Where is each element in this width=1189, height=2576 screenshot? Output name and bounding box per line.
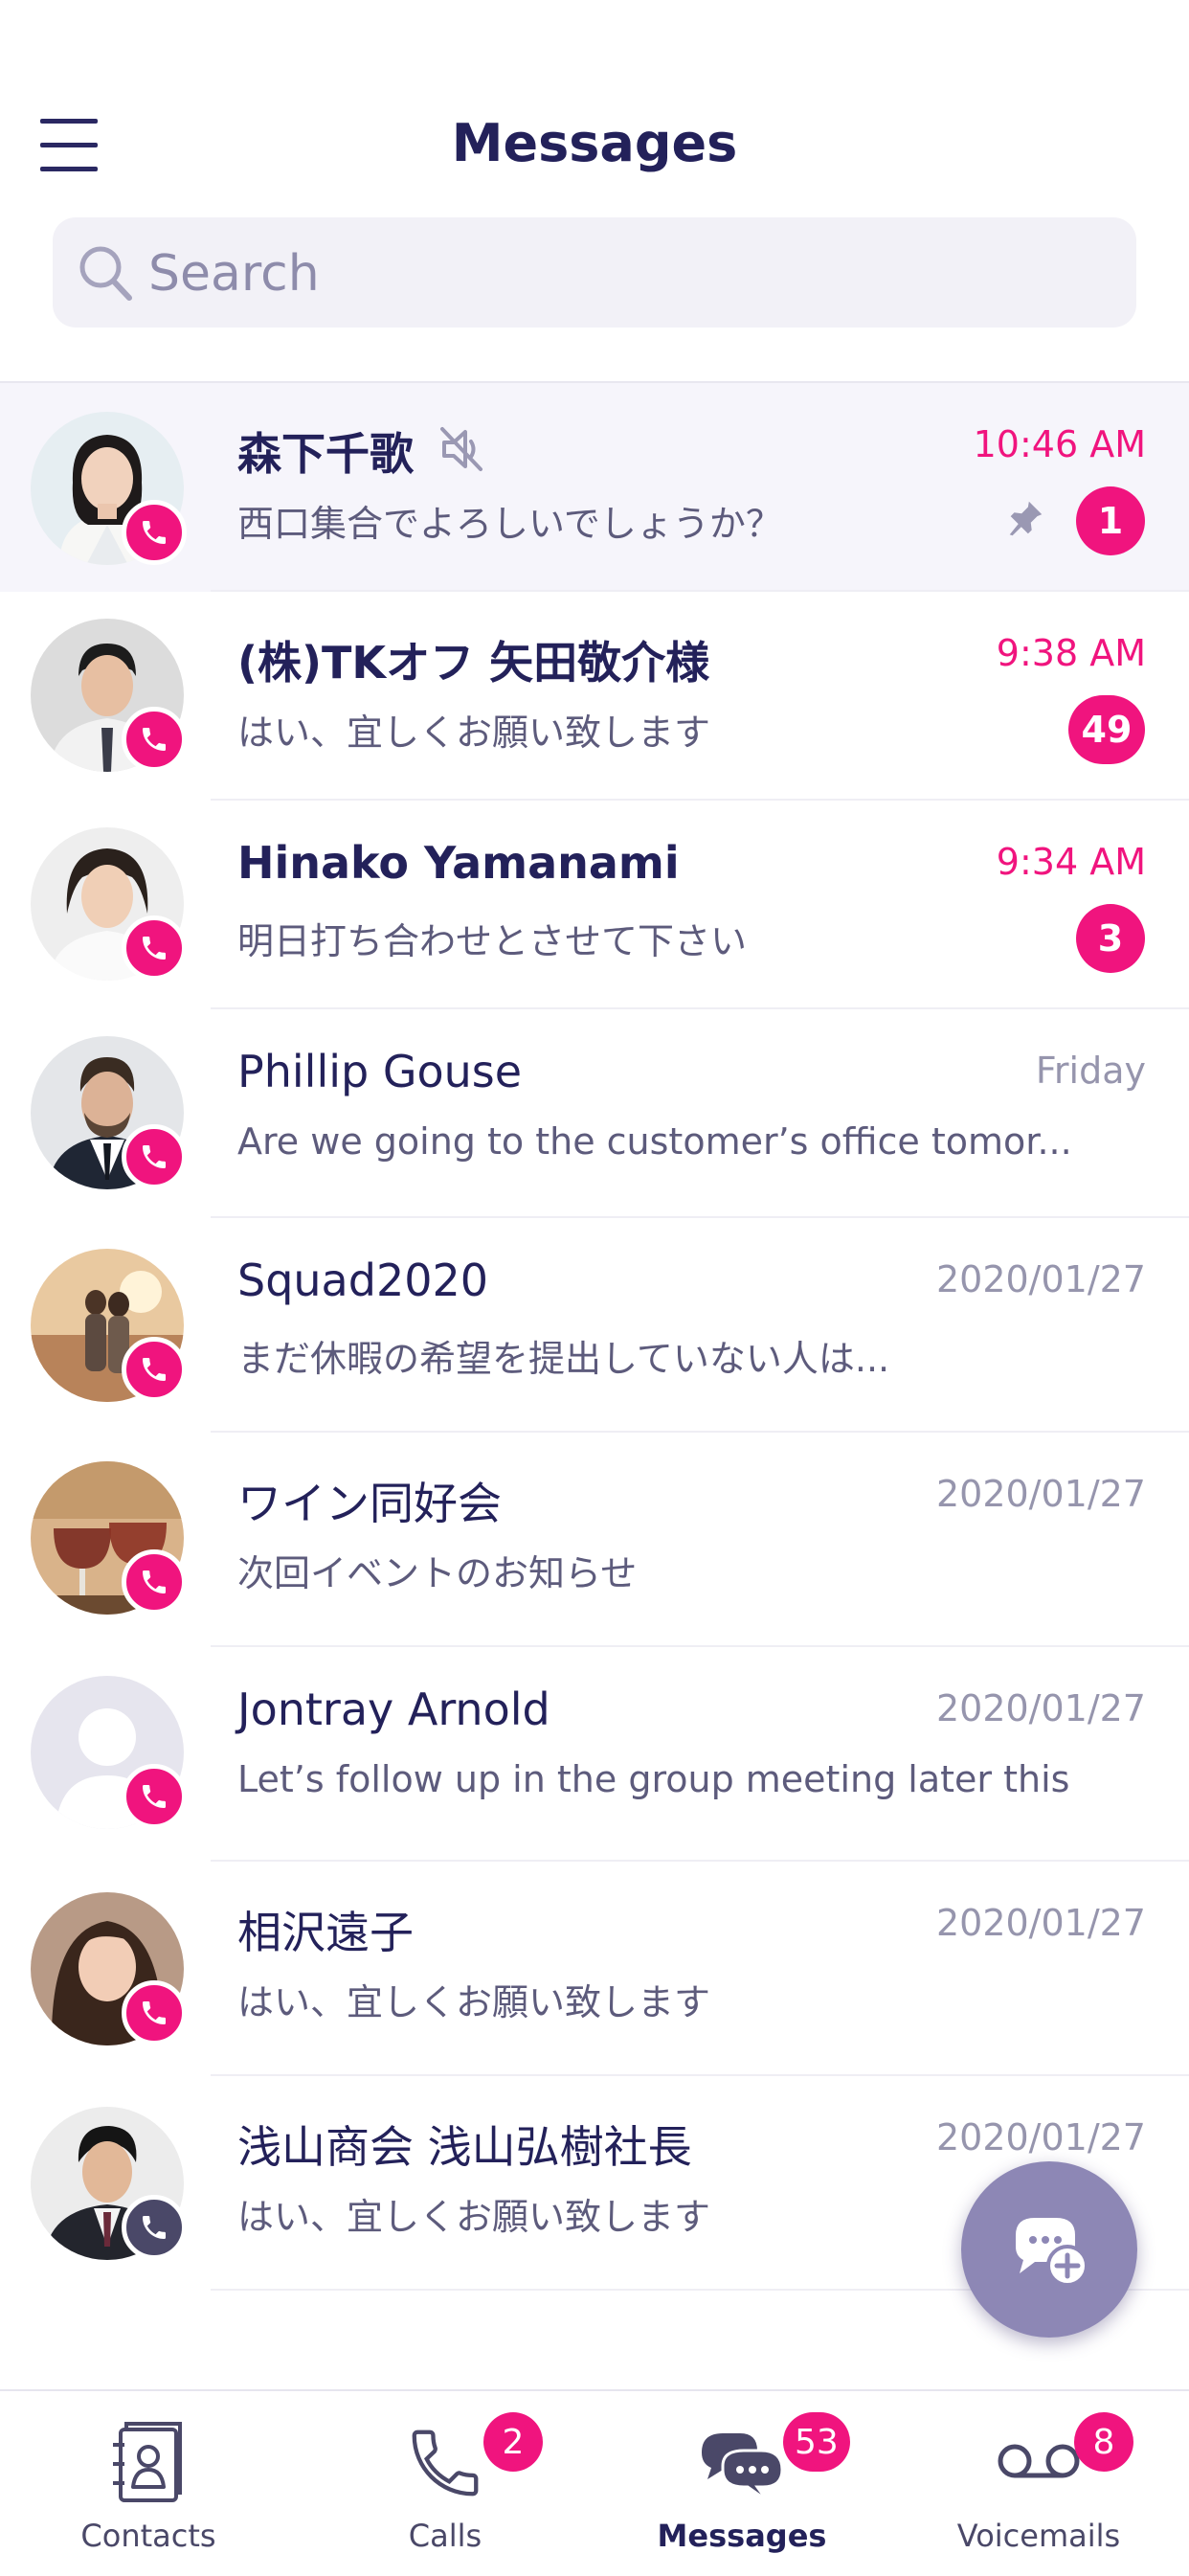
app-header: Messages: [0, 0, 1189, 383]
search-icon: [79, 246, 132, 301]
tab-contacts[interactable]: Contacts: [0, 2391, 297, 2576]
phone-badge: [122, 1549, 187, 1615]
conversation-row[interactable]: Phillip Gouse Friday Are we going to the…: [0, 1009, 1189, 1218]
message-time: Friday: [1035, 1050, 1146, 1092]
search-input[interactable]: [146, 237, 1108, 310]
phone-badge: [122, 1764, 187, 1829]
phone-icon: [143, 937, 166, 960]
muted-speaker-icon: [440, 427, 482, 471]
unread-badge: 1: [1076, 486, 1145, 555]
contact-name: Phillip Gouse: [237, 1046, 523, 1097]
message-preview: はい、宜しくお願い致します: [237, 712, 711, 754]
message-time: 2020/01/27: [935, 2116, 1146, 2158]
message-time: 9:34 AM: [996, 841, 1146, 883]
message-time: 2020/01/27: [935, 1258, 1146, 1300]
voicemail-icon: [998, 2444, 1080, 2478]
phone-icon: [412, 2429, 479, 2497]
phone-icon: [143, 2001, 166, 2024]
new-message-button[interactable]: [961, 2161, 1137, 2338]
conversation-row[interactable]: ワイン同好会 2020/01/27 次回イベントのお知らせ: [0, 1433, 1189, 1647]
conversation-row[interactable]: Hinako Yamanami 9:34 AM 明日打ち合わせとさせて下さい 3: [0, 801, 1189, 1009]
page-title: Messages: [451, 113, 738, 173]
message-preview: 明日打ち合わせとさせて下さい: [237, 920, 748, 962]
contacts-icon: [113, 2422, 182, 2502]
phone-icon: [143, 1785, 166, 1808]
pin-icon: [1009, 501, 1043, 536]
contact-name: 相沢遠子: [237, 1907, 414, 1958]
message-time: 2020/01/27: [935, 1473, 1146, 1515]
conversation-row[interactable]: 相沢遠子 2020/01/27 はい、宜しくお願い致します: [0, 1862, 1189, 2076]
message-preview: はい、宜しくお願い致します: [237, 2196, 711, 2238]
phone-icon: [143, 1145, 166, 1168]
search-bar[interactable]: [53, 217, 1136, 328]
contact-name: Squad2020: [237, 1254, 489, 1306]
new-chat-icon: [1016, 2218, 1088, 2287]
message-preview: 西口集合でよろしいでしょうか？: [237, 503, 782, 545]
message-time: 2020/01/27: [935, 1687, 1146, 1729]
phone-badge: [122, 500, 187, 565]
phone-icon: [143, 2216, 166, 2239]
phone-icon: [143, 1358, 166, 1381]
chat-icon: [702, 2433, 784, 2502]
message-preview: Are we going to the customer’s office to…: [237, 1120, 1072, 1163]
tab-messages[interactable]: 53 Messages: [594, 2391, 890, 2576]
tab-label: Contacts: [80, 2518, 216, 2554]
bottom-tab-bar: Contacts 2 Calls 53 Messages 8 Voicemail…: [0, 2389, 1189, 2576]
phone-badge: [122, 1124, 187, 1189]
message-time: 9:38 AM: [996, 632, 1146, 674]
message-preview: はい、宜しくお願い致します: [237, 1981, 711, 2023]
tab-voicemails[interactable]: 8 Voicemails: [890, 2391, 1187, 2576]
contact-name: Hinako Yamanami: [237, 837, 680, 889]
unread-badge: 3: [1076, 904, 1145, 973]
contact-name: 浅山商会 浅山弘樹社長: [237, 2121, 692, 2173]
contact-name: Jontray Arnold: [237, 1683, 550, 1735]
tab-label: Messages: [657, 2518, 827, 2554]
tab-calls[interactable]: 2 Calls: [297, 2391, 594, 2576]
phone-badge: [122, 1337, 187, 1402]
message-preview: 次回イベントのお知らせ: [237, 1552, 638, 1594]
message-preview: まだ休暇の希望を提出していない人は...: [237, 1338, 890, 1380]
messages-badge: 53: [783, 2412, 850, 2472]
conversation-row[interactable]: (株)TKオフ 矢田敬介様 9:38 AM はい、宜しくお願い致します 49: [0, 592, 1189, 801]
phone-badge: [122, 1980, 187, 2045]
phone-icon: [143, 521, 166, 544]
calls-badge: 2: [483, 2412, 543, 2472]
phone-badge: [122, 915, 187, 981]
message-time: 10:46 AM: [973, 423, 1146, 465]
phone-badge: [122, 707, 187, 772]
conversation-row[interactable]: Jontray Arnold 2020/01/27 Let’s follow u…: [0, 1647, 1189, 1862]
phone-icon: [143, 1570, 166, 1593]
contact-name: 森下千歌: [237, 428, 414, 480]
message-time: 2020/01/27: [935, 1902, 1146, 1944]
voicemails-badge: 8: [1074, 2412, 1133, 2472]
tab-label: Calls: [408, 2518, 482, 2554]
tab-label: Voicemails: [956, 2518, 1121, 2554]
contact-name: ワイン同好会: [237, 1478, 502, 1529]
conversation-row[interactable]: Squad2020 2020/01/27 まだ休暇の希望を提出していない人は..…: [0, 1218, 1189, 1433]
contact-name: (株)TKオフ 矢田敬介様: [237, 637, 710, 689]
phone-icon: [143, 728, 166, 751]
unread-badge: 49: [1068, 695, 1145, 764]
conversation-row[interactable]: 森下千歌 10:46 AM 西口集合でよろしいでしょうか？ 1: [0, 383, 1189, 592]
phone-badge: [122, 2195, 187, 2260]
message-preview: Let’s follow up in the group meeting lat…: [237, 1758, 1080, 1800]
